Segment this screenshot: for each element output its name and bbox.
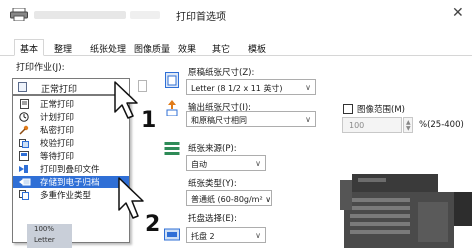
e-filing-icon [19,177,31,187]
paper-type-select[interactable]: 普通纸 (60-80g/m² ∨ [186,190,272,206]
proof-icon [19,138,29,148]
preview-paper-size: Letter [34,236,55,244]
zoom-stepper[interactable]: ▲ ▼ [403,117,413,133]
tray-icon [164,228,180,241]
callout-step-2: 2 [145,212,161,237]
original-paper-icon [165,72,179,88]
zoom-range-label: %(25-400) [419,120,464,130]
cursor-pointer-icon [114,81,138,119]
print-job-selected: 正常打印 [41,85,78,95]
tray-select[interactable]: 托盘 2 ∨ [186,227,266,243]
paper-source-label: 纸张来源(P): [188,144,237,154]
key-icon [19,125,29,135]
callout-step-1: 1 [141,108,157,133]
printer-illustration [340,174,472,248]
printer-app-icon [10,8,28,21]
chevron-down-icon: ∨ [255,231,261,240]
list-item[interactable]: 打印到叠印文件 [13,163,129,175]
zoom-input[interactable]: 100 [342,117,402,133]
tab-paper-handling[interactable]: 纸张处理 [90,42,126,55]
print-job-label: 打印作业(J): [16,63,65,73]
output-paper-icon [166,100,178,116]
chevron-down-icon: ∨ [305,115,311,124]
original-paper-select[interactable]: Letter (8 1/2 x 11 英寸) ∨ [186,79,316,95]
cursor-pointer-icon [118,177,144,219]
preview-zoom: 100% [34,225,55,233]
paper-source-select[interactable]: 自动 ∨ [186,155,266,171]
document-icon [19,99,29,109]
tab-image-quality[interactable]: 图像质量 [134,42,170,55]
clock-icon [19,112,29,122]
chevron-down-icon: ∨ [255,159,261,168]
title-bar: 打印首选项 ✕ [0,0,472,30]
title-obscured [34,11,126,19]
list-item[interactable]: 多重作业类型 [13,189,129,201]
tab-basic[interactable]: 基本 [14,39,45,56]
tray-label: 托盘选择(E): [188,214,237,224]
tab-others[interactable]: 其它 [212,42,230,55]
document-icon [18,82,27,92]
tab-effect[interactable]: 效果 [178,42,196,55]
zoom-label: 图像范围(M) [357,105,405,115]
overlay-arrow-icon [19,164,29,174]
chevron-down-icon: ∨ [305,83,311,92]
window-title: 打印首选项 [176,12,226,23]
list-item[interactable]: 等待打印 [13,150,129,162]
tab-bar: 基本 整理 纸张处理 图像质量 效果 其它 模板 [0,39,472,56]
paper-source-icon [164,142,180,155]
zoom-checkbox[interactable] [343,104,353,114]
title-obscured-2 [130,11,160,19]
tab-finishing[interactable]: 整理 [54,42,72,55]
multi-job-icon [19,190,29,200]
hold-icon [19,151,29,161]
list-item[interactable]: 私密打印 [13,124,129,136]
close-icon[interactable]: ✕ [452,6,464,20]
tab-template[interactable]: 模板 [248,42,266,55]
paper-type-label: 纸张类型(Y): [188,179,237,189]
output-paper-select[interactable]: 和原稿尺寸相同 ∨ [186,111,316,127]
list-item-highlighted[interactable]: 存储到电子归档 [13,176,129,188]
original-paper-label: 原稿纸张尺寸(Z): [188,68,255,78]
list-item[interactable]: 校验打印 [13,137,129,149]
